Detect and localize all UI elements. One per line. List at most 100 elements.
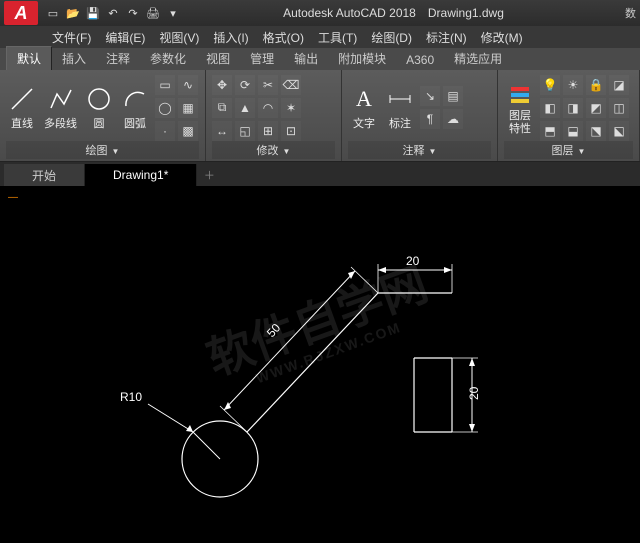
app-menu-button[interactable]: A [4,1,38,25]
layer-a-icon[interactable]: ⬒ [540,121,560,141]
rtab-default[interactable]: 默认 [6,46,52,70]
rtab-output[interactable]: 输出 [284,47,328,70]
menu-file[interactable]: 文件(F) [52,29,91,46]
qat-dropdown-icon[interactable]: ▾ [164,4,182,22]
copy-icon[interactable]: ⧉ [212,98,232,118]
mirror-icon[interactable]: ▲ [235,98,255,118]
stretch-icon[interactable]: ↔ [212,121,232,141]
line-50 [247,293,378,432]
titlebar: A ▭ 📂 💾 ↶ ↷ 🖨 ▾ Autodesk AutoCAD 2018Dra… [0,0,640,26]
modify-tools: ✥ ⟳ ✂ ⌫ ⧉ ▲ ◠ ✶ ↔ ◱ ⊞ ⊡ [212,75,301,141]
rtab-insert[interactable]: 插入 [52,47,96,70]
layer-c-icon[interactable]: ⬔ [586,121,606,141]
layer-d-icon[interactable]: ⬕ [609,121,629,141]
fillet-icon[interactable]: ◠ [258,98,278,118]
spline-icon[interactable]: ∿ [178,75,198,95]
polyline-button[interactable]: 多段线 [42,83,79,133]
drawing-canvas[interactable]: — 软件自学网 WWW.RJZXW.COM R10 50 20 [0,186,640,543]
tab-add-button[interactable]: ＋ [197,164,221,186]
ellipse-icon[interactable]: ◯ [155,98,175,118]
panel-title-draw[interactable]: 绘图▼ [6,141,199,159]
erase-icon[interactable]: ⌫ [281,75,301,95]
panel-annot: A 文字 标注 ↘ ▤ ¶ ☁ 注释▼ [342,70,498,161]
panel-title-layer[interactable]: 图层▼ [504,141,633,159]
rtab-addons[interactable]: 附加模块 [328,47,396,70]
cloud-icon[interactable]: ☁ [443,109,463,129]
menu-edit[interactable]: 编辑(E) [105,29,145,46]
menu-dim[interactable]: 标注(N) [426,29,467,46]
rtab-apps[interactable]: 精选应用 [444,47,512,70]
dim-r10: R10 [120,390,142,404]
circle-button[interactable]: 圆 [83,83,115,133]
rtab-annot[interactable]: 注释 [96,47,140,70]
layer-lock-icon[interactable]: 🔒 [586,75,606,95]
layer-tools: 💡 ☀ 🔒 ◪ ◧ ◨ ◩ ◫ ⬒ ⬓ ⬔ ⬕ [540,75,629,141]
menu-insert[interactable]: 插入(I) [213,29,248,46]
ribbon-tabs: 默认 插入 注释 参数化 视图 管理 输出 附加模块 A360 精选应用 [0,48,640,70]
layer-color-icon[interactable]: ◪ [609,75,629,95]
text-button[interactable]: A 文字 [348,83,380,133]
app-title: Autodesk AutoCAD 2018Drawing1.dwg [182,6,605,20]
tab-drawing1[interactable]: Drawing1* [85,164,197,186]
rect-icon[interactable]: ▭ [155,75,175,95]
tab-start[interactable]: 开始 [4,164,85,186]
layer-prev-icon[interactable]: ◫ [609,98,629,118]
array-icon[interactable]: ⊞ [258,121,278,141]
layer-iso-icon[interactable]: ◧ [540,98,560,118]
layer-props-button[interactable]: 图层 特性 [504,78,536,136]
layer-merge-icon[interactable]: ◨ [563,98,583,118]
panel-title-annot[interactable]: 注释▼ [348,141,491,159]
panel-title-modify[interactable]: 修改▼ [212,141,335,159]
panel-layer: 图层 特性 💡 ☀ 🔒 ◪ ◧ ◨ ◩ ◫ ⬒ ⬓ ⬔ ⬕ 图层▼ [498,70,640,161]
annot-small-tools: ↘ ▤ ¶ ☁ [420,86,463,129]
move-icon[interactable]: ✥ [212,75,232,95]
document-tabs: 开始 Drawing1* ＋ [0,162,640,186]
dim-50: 50 [264,320,284,340]
rotate-icon[interactable]: ⟳ [235,75,255,95]
dim-20-right: 20 [467,386,481,400]
panel-modify: ✥ ⟳ ✂ ⌫ ⧉ ▲ ◠ ✶ ↔ ◱ ⊞ ⊡ 修改▼ [206,70,342,161]
ribbon: 直线 多段线 圆 圆弧 ▭ ∿ ◯ ▦ · ▩ 绘图▼ [0,70,640,162]
mtext-icon[interactable]: ¶ [420,109,440,129]
layer-b-icon[interactable]: ⬓ [563,121,583,141]
layer-match-icon[interactable]: ◩ [586,98,606,118]
dim-20-top: 20 [406,254,420,268]
plot-icon[interactable]: 🖨 [144,4,162,22]
undo-icon[interactable]: ↶ [104,4,122,22]
explode-icon[interactable]: ✶ [281,98,301,118]
line-button[interactable]: 直线 [6,83,38,133]
menu-draw[interactable]: 绘图(D) [371,29,412,46]
rtab-view[interactable]: 视图 [196,47,240,70]
doc-name: Drawing1.dwg [428,6,504,20]
leader-icon[interactable]: ↘ [420,86,440,106]
draw-small-tools: ▭ ∿ ◯ ▦ · ▩ [155,75,198,141]
radius-leader [193,432,220,459]
dimension-button[interactable]: 标注 [384,83,416,133]
new-icon[interactable]: ▭ [44,4,62,22]
title-extra: 数 [625,5,636,21]
layer-bulb-icon[interactable]: 💡 [540,75,560,95]
arc-button[interactable]: 圆弧 [119,83,151,133]
table-icon[interactable]: ▤ [443,86,463,106]
scale-icon[interactable]: ◱ [235,121,255,141]
offset-icon[interactable]: ⊡ [281,121,301,141]
region-icon[interactable]: ▩ [178,121,198,141]
rtab-param[interactable]: 参数化 [140,47,196,70]
menu-format[interactable]: 格式(O) [263,29,304,46]
point-icon[interactable]: · [155,121,175,141]
trim-icon[interactable]: ✂ [258,75,278,95]
drawing-geometry: R10 50 20 20 [0,186,640,543]
menu-tools[interactable]: 工具(T) [318,29,357,46]
rtab-manage[interactable]: 管理 [240,47,284,70]
open-icon[interactable]: 📂 [64,4,82,22]
menu-view[interactable]: 视图(V) [159,29,199,46]
rtab-a360[interactable]: A360 [396,50,444,70]
hatch-icon[interactable]: ▦ [178,98,198,118]
quick-access-toolbar: ▭ 📂 💾 ↶ ↷ 🖨 ▾ [44,4,182,22]
redo-icon[interactable]: ↷ [124,4,142,22]
menu-modify[interactable]: 修改(M) [481,29,523,46]
save-icon[interactable]: 💾 [84,4,102,22]
layer-sun-icon[interactable]: ☀ [563,75,583,95]
panel-draw: 直线 多段线 圆 圆弧 ▭ ∿ ◯ ▦ · ▩ 绘图▼ [0,70,206,161]
menubar: 文件(F) 编辑(E) 视图(V) 插入(I) 格式(O) 工具(T) 绘图(D… [0,26,640,48]
